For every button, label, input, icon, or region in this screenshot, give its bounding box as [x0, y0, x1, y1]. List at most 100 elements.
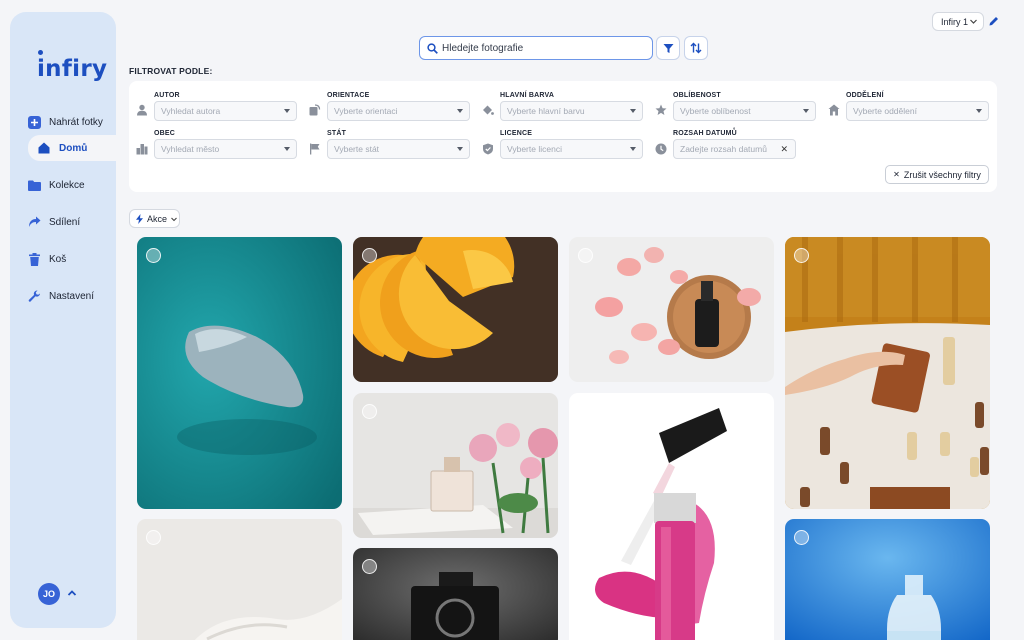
folder-icon: [27, 178, 41, 192]
upload-plus-icon: [27, 115, 41, 129]
photo-card[interactable]: [785, 237, 990, 509]
actions-dropdown[interactable]: Akce: [129, 209, 180, 228]
main-color-select[interactable]: Vyberte hlavní barvu: [500, 101, 643, 121]
wrench-icon: [27, 289, 41, 303]
home-icon: [37, 141, 51, 155]
sidebar-item-label: Nahrát fotky: [49, 116, 103, 128]
caret-down-icon: [457, 109, 463, 113]
caret-down-icon: [630, 109, 636, 113]
sidebar-item-upload[interactable]: Nahrát fotky: [18, 109, 124, 135]
photo-venus-lipgloss: [569, 393, 774, 640]
filter-label-orientation: ORIENTACE: [327, 92, 370, 99]
orientation-select[interactable]: Vyberte orientaci: [327, 101, 470, 121]
caret-down-icon: [803, 109, 809, 113]
photo-card[interactable]: [353, 237, 558, 382]
paint-bucket-icon: [483, 105, 494, 115]
select-checkbox[interactable]: [146, 248, 161, 263]
photo-card[interactable]: [353, 548, 558, 640]
select-checkbox[interactable]: [362, 404, 377, 419]
sidebar: infiry Nahrát fotky Domů Kolekce Sdílení…: [10, 12, 128, 628]
actions-label: Akce: [147, 213, 168, 224]
select-checkbox[interactable]: [362, 248, 377, 263]
author-select[interactable]: Vyhledat autora: [154, 101, 297, 121]
filter-title: FILTROVAT PODLE:: [129, 66, 213, 76]
sidebar-item-label: Sdílení: [49, 216, 81, 228]
search-icon: [427, 42, 438, 54]
filter-funnel-icon: [663, 43, 673, 53]
person-icon: [137, 104, 147, 116]
sidebar-item-label: Nastavení: [49, 290, 95, 302]
country-placeholder: Vyberte stát: [334, 144, 380, 154]
photo-wallet-chess: [785, 237, 990, 509]
license-placeholder: Vyberte licenci: [507, 144, 562, 154]
filter-label-country: STÁT: [327, 130, 347, 137]
photo-serum-roses: [569, 237, 774, 382]
chevron-up-icon[interactable]: [66, 587, 78, 599]
shield-icon: [483, 143, 493, 155]
select-checkbox[interactable]: [146, 530, 161, 545]
filter-label-date-range: ROZSAH DATUMŮ: [673, 130, 737, 137]
photo-card[interactable]: [353, 393, 558, 538]
filter-label-author: AUTOR: [154, 92, 180, 99]
select-checkbox[interactable]: [794, 530, 809, 545]
account-selector[interactable]: Infiry 1: [932, 12, 984, 31]
chevron-down-icon: [171, 217, 177, 221]
select-checkbox[interactable]: [578, 248, 593, 263]
filter-button[interactable]: [656, 36, 680, 60]
building-icon: [828, 104, 840, 116]
date-range-placeholder: Zadejte rozsah datumů: [680, 144, 767, 154]
filter-label-municipality: OBEC: [154, 130, 176, 137]
orientation-placeholder: Vyberte orientaci: [334, 106, 398, 116]
sidebar-item-collections[interactable]: Kolekce: [18, 172, 124, 198]
flag-icon: [310, 143, 320, 155]
sidebar-item-label: Koš: [49, 253, 67, 265]
photo-card[interactable]: [569, 393, 774, 640]
country-select[interactable]: Vyberte stát: [327, 139, 470, 159]
license-select[interactable]: Vyberte licenci: [500, 139, 643, 159]
photo-card[interactable]: [137, 519, 342, 640]
lightning-icon: [136, 213, 143, 224]
trash-icon: [27, 252, 41, 266]
select-checkbox[interactable]: [578, 404, 593, 419]
select-checkbox[interactable]: [794, 248, 809, 263]
clock-icon: [655, 143, 667, 155]
photo-card[interactable]: [569, 237, 774, 382]
user-avatar[interactable]: JO: [38, 583, 60, 605]
filter-label-popularity: OBLÍBENOST: [673, 92, 721, 99]
caret-down-icon: [630, 147, 636, 151]
photo-card[interactable]: [137, 237, 342, 509]
app-logo[interactable]: infiry: [37, 50, 107, 82]
sidebar-item-home[interactable]: Domů: [28, 135, 128, 161]
search-box[interactable]: [419, 36, 653, 60]
photo-perfume-flowers: [353, 393, 558, 538]
main-color-placeholder: Vyberte hlavní barvu: [507, 106, 585, 116]
sidebar-item-trash[interactable]: Koš: [18, 246, 124, 272]
sidebar-item-sharing[interactable]: Sdílení: [18, 209, 124, 235]
department-select[interactable]: Vyberte oddělení: [846, 101, 989, 121]
city-icon: [136, 144, 148, 155]
caret-down-icon: [284, 109, 290, 113]
search-input[interactable]: [442, 42, 642, 54]
clear-all-filters-button[interactable]: ✕ Zrušit všechny filtry: [885, 165, 989, 184]
photo-card[interactable]: [785, 519, 990, 640]
pencil-icon[interactable]: [988, 15, 1000, 27]
clear-x-icon[interactable]: ✕: [780, 144, 788, 155]
caret-down-icon: [457, 147, 463, 151]
star-icon: [655, 104, 667, 115]
municipality-select[interactable]: Vyhledat město: [154, 139, 297, 159]
photo-black-perfume: [353, 548, 558, 640]
select-checkbox[interactable]: [362, 559, 377, 574]
department-placeholder: Vyberte oddělení: [853, 106, 917, 116]
orientation-icon: [309, 104, 321, 116]
popularity-select[interactable]: Vyberte oblíbenost: [673, 101, 816, 121]
photo-guitar-pick: [137, 237, 342, 509]
sort-button[interactable]: [684, 36, 708, 60]
caret-down-icon: [284, 147, 290, 151]
date-range-input[interactable]: Zadejte rozsah datumů ✕: [673, 139, 796, 159]
account-name: Infiry 1: [941, 16, 969, 27]
photo-white-fabric: [137, 519, 342, 640]
photo-glass-bottle: [785, 519, 990, 640]
sidebar-item-settings[interactable]: Nastavení: [18, 283, 124, 309]
author-placeholder: Vyhledat autora: [161, 106, 221, 116]
photo-orange-slices: [353, 237, 558, 382]
